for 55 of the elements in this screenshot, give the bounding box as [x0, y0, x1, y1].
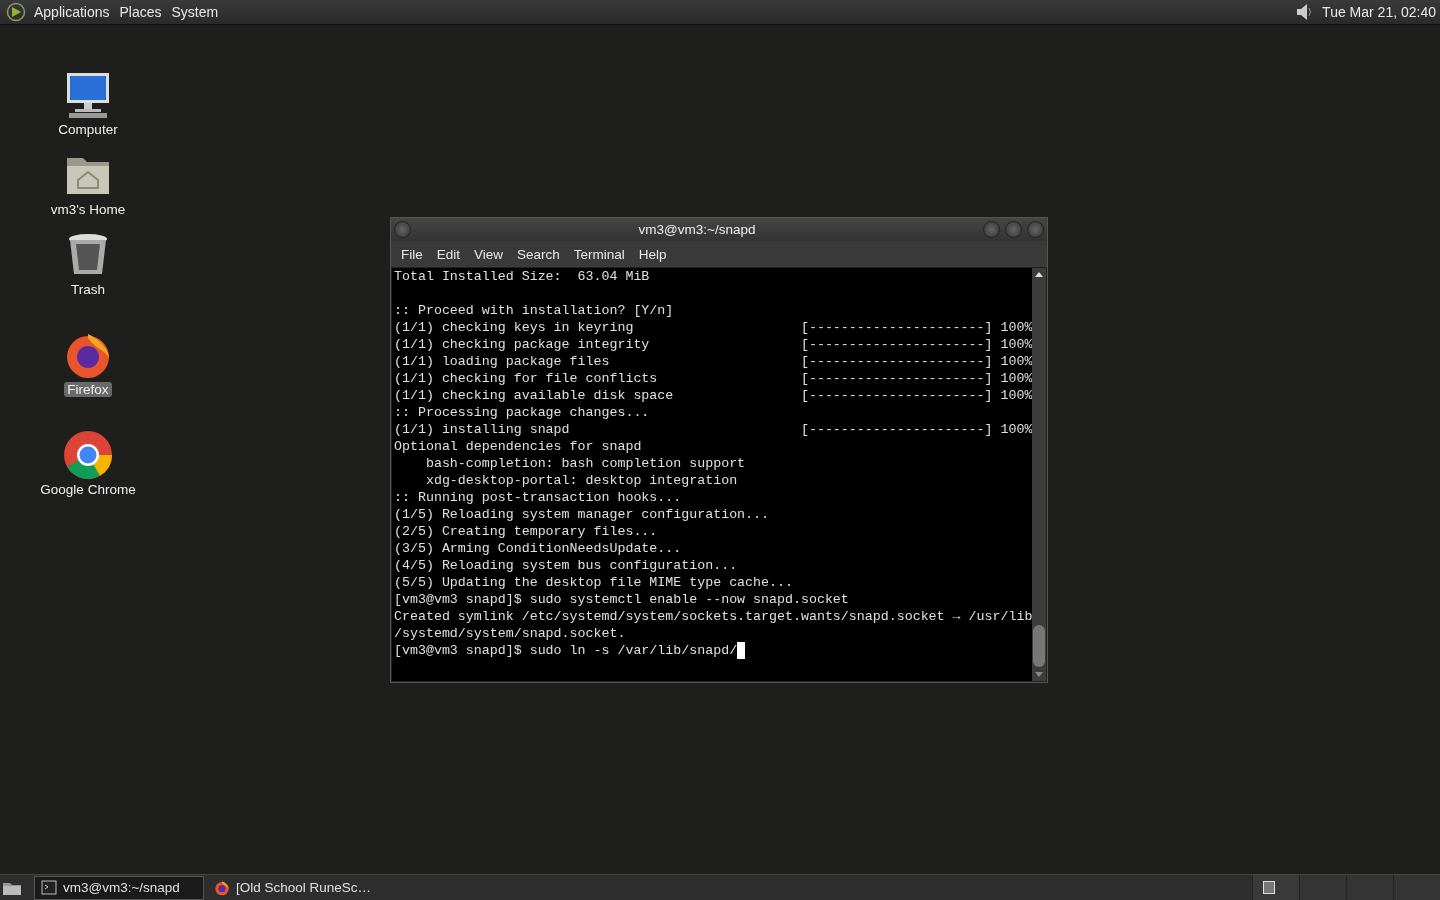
- terminal-line: :: Proceed with installation? [Y/n]: [394, 302, 674, 319]
- terminal-line: [vm3@vm3 snapd]$ sudo systemctl enable --now snapd.socket: [394, 591, 849, 608]
- scroll-up-arrow-icon[interactable]: [1035, 272, 1043, 277]
- panel-menu[interactable]: Places: [117, 4, 170, 20]
- menu-logo-icon[interactable]: [6, 2, 26, 22]
- workspace-switcher[interactable]: [1299, 875, 1346, 900]
- terminal-icon[interactable]: [41, 879, 57, 896]
- menu-item[interactable]: View: [468, 246, 512, 262]
- terminal-line: Created symlink /etc/systemd/system/sockets.target.wants/snapd.socket → /usr/lib: [394, 608, 1032, 625]
- workspace-switcher[interactable]: [1346, 875, 1393, 900]
- window-title: vm3@vm3:~/snapd: [637, 222, 757, 237]
- scroll-down-arrow-icon[interactable]: [1035, 672, 1043, 677]
- terminal-line: (1/1) checking for file conflicts [----------------------] 100%: [394, 370, 1032, 387]
- terminal-line: [vm3@vm3 snapd]$ sudo ln -s /var/lib/snapd/: [394, 642, 738, 659]
- terminal-line: (1/1) checking package integrity [----------------------] 100%: [394, 336, 1032, 353]
- menu-item[interactable]: Search: [511, 246, 568, 262]
- desktop-icon-label[interactable]: vm3's Home: [47, 202, 129, 217]
- clock[interactable]: Tue Mar 21, 02:40: [1322, 4, 1436, 20]
- menu-item[interactable]: Help: [632, 246, 675, 262]
- terminal-line: Total Installed Size: 63.04 MiB: [394, 268, 650, 285]
- chrome-icon[interactable]: [63, 430, 113, 480]
- terminal-line: (3/5) Arming ConditionNeedsUpdate...: [394, 540, 682, 557]
- terminal-line: :: Processing package changes...: [394, 404, 650, 421]
- terminal-line: (1/5) Reloading system manager configuration...: [394, 506, 770, 523]
- firefox-icon[interactable]: [214, 879, 230, 896]
- panel-menu[interactable]: Applications: [32, 4, 118, 20]
- window-menu-button[interactable]: [394, 221, 411, 238]
- minimize-button[interactable]: [983, 221, 1000, 238]
- menu-item[interactable]: Edit: [430, 246, 469, 262]
- terminal-line: (1/1) installing snapd [----------------------] 100%: [394, 421, 1032, 438]
- panel-menu[interactable]: System: [169, 4, 227, 20]
- terminal-line: (1/1) loading package files [----------------------] 100%: [394, 353, 1032, 370]
- terminal-line: bash-completion: bash completion support: [424, 455, 746, 472]
- terminal-line: (1/1) checking available disk space [----------------------] 100%: [394, 387, 1032, 404]
- close-button[interactable]: [1027, 221, 1044, 238]
- terminal-line: /systemd/system/snapd.socket.: [394, 625, 626, 642]
- desktop-icon-label[interactable]: Computer: [55, 122, 121, 137]
- taskbar-button[interactable]: [Old School RuneSc…: [208, 876, 376, 899]
- terminal-line: :: Running post-transaction hooks...: [394, 489, 682, 506]
- terminal-line: (4/5) Reloading system bus configuration...: [394, 557, 738, 574]
- desktop-icon-label[interactable]: Firefox: [64, 382, 112, 397]
- scrollbar-thumb[interactable]: [1033, 625, 1045, 667]
- workspace-switcher[interactable]: [1393, 875, 1440, 900]
- workspace-switcher[interactable]: [1252, 875, 1299, 900]
- menu-item[interactable]: File: [395, 246, 431, 262]
- terminal-line: (5/5) Updating the desktop file MIME type cache...: [394, 574, 793, 591]
- taskbar-button[interactable]: vm3@vm3:~/snapd: [34, 875, 204, 900]
- terminal-line: (2/5) Creating temporary files...: [394, 523, 658, 540]
- terminal-line: (1/1) checking keys in keyring [----------------------] 100%: [394, 319, 1032, 336]
- maximize-button[interactable]: [1005, 221, 1022, 238]
- terminal-line: xdg-desktop-portal: desktop integration: [424, 472, 738, 489]
- menu-item[interactable]: Terminal: [567, 246, 633, 262]
- desktop-icon-label[interactable]: Google Chrome: [37, 482, 139, 497]
- desktop-icon-label[interactable]: Trash: [68, 282, 108, 297]
- terminal-line: Optional dependencies for snapd: [394, 438, 642, 455]
